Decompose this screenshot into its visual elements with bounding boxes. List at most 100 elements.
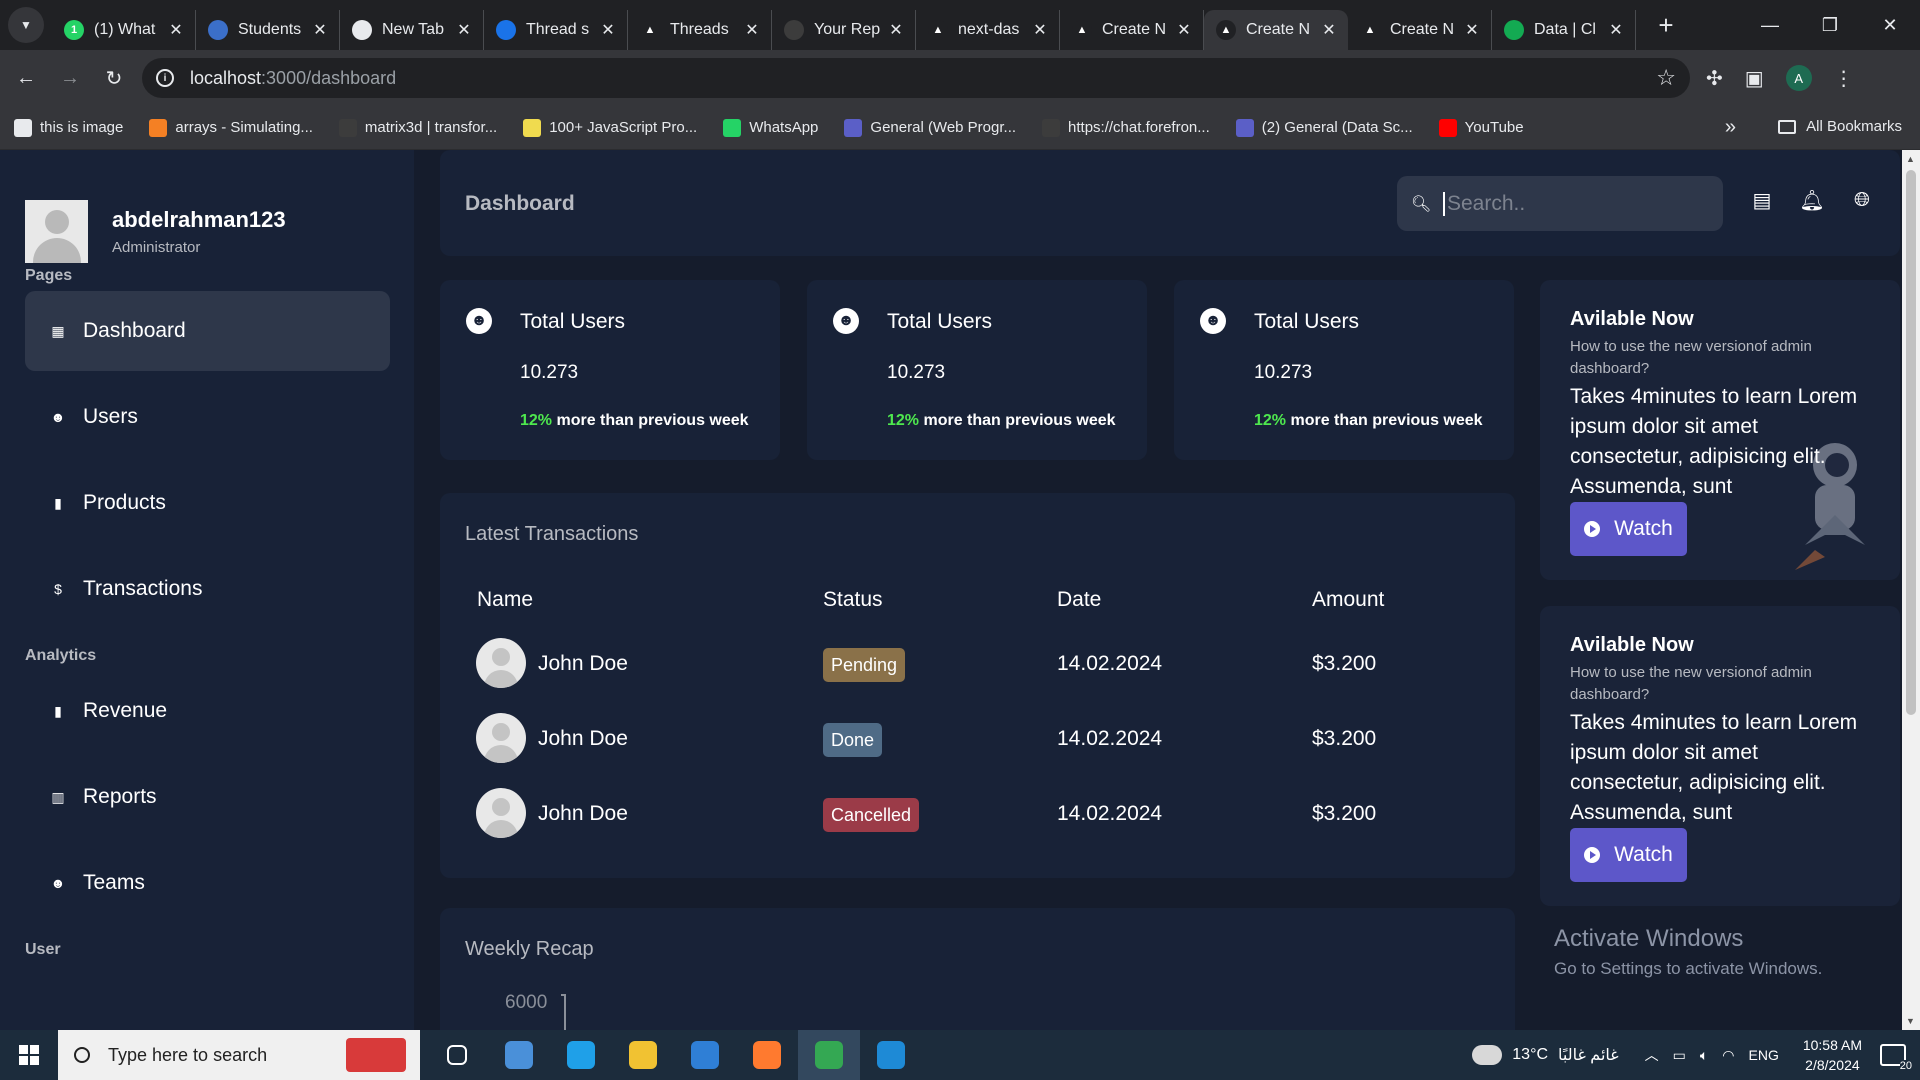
card-change-text: more than previous week xyxy=(1290,412,1483,429)
tab-close-icon[interactable]: ✕ xyxy=(1463,20,1481,40)
file-explorer-icon[interactable] xyxy=(612,1030,674,1080)
bookmark-item[interactable]: matrix3d | transfor... xyxy=(338,118,497,137)
vercel-icon: ▲ xyxy=(640,20,660,40)
weather-text: غائم غالبًا xyxy=(1558,1047,1619,1064)
address-bar[interactable]: i localhost:3000/dashboard ☆ xyxy=(142,58,1690,98)
tab-close-icon[interactable]: ✕ xyxy=(167,20,185,40)
taskbar-search[interactable]: Type here to search xyxy=(58,1030,420,1080)
shield-icon xyxy=(208,20,228,40)
minimize-button[interactable]: — xyxy=(1740,0,1800,50)
tab-title: Create N xyxy=(1390,21,1455,38)
search-box[interactable]: 🔍︎ Search.. xyxy=(1397,176,1723,231)
close-window-button[interactable]: ✕ xyxy=(1860,0,1920,50)
watch-button-label: Watch xyxy=(1614,517,1673,540)
browser-tab[interactable]: New Tab ✕ xyxy=(340,10,484,50)
clock[interactable]: 10:58 AM 2/8/2024 xyxy=(1803,1035,1862,1075)
sidebar-item-reports[interactable]: ▥ Reports xyxy=(25,757,390,837)
bookmark-item[interactable]: (2) General (Data Sc... xyxy=(1235,118,1413,137)
sidebar-item-dashboard[interactable]: ▦ Dashboard xyxy=(25,291,390,371)
url-path: :3000/dashboard xyxy=(261,67,397,88)
browser-tab[interactable]: ▲ next-das ✕ xyxy=(916,10,1060,50)
row-date: 14.02.2024 xyxy=(1057,802,1163,825)
browser-tab[interactable]: Students ✕ xyxy=(196,10,340,50)
tab-close-icon[interactable]: ✕ xyxy=(743,20,761,40)
back-button[interactable]: ← xyxy=(8,60,44,96)
page-scrollbar[interactable]: ▲ ▼ xyxy=(1902,150,1920,1030)
more-menu-icon[interactable]: ⋮ xyxy=(1834,66,1854,91)
url-text[interactable]: localhost:3000/dashboard xyxy=(190,68,396,89)
chevron-up-icon[interactable]: ︿ xyxy=(1645,1045,1659,1065)
chat-icon[interactable]: ▤ xyxy=(1750,188,1774,212)
firefox-icon[interactable] xyxy=(736,1030,798,1080)
store-icon[interactable] xyxy=(488,1030,550,1080)
tab-search-button[interactable]: ▼ xyxy=(8,7,44,43)
task-view-icon[interactable] xyxy=(426,1030,488,1080)
browser-tab[interactable]: ▲ Threads ✕ xyxy=(628,10,772,50)
restore-button[interactable]: ❐ xyxy=(1800,0,1860,50)
side-panel-icon[interactable]: ▣ xyxy=(1745,66,1764,91)
all-bookmarks-button[interactable]: All Bookmarks xyxy=(1778,118,1902,135)
sidebar-item-users[interactable]: ☻ Users xyxy=(25,377,390,457)
tab-list: 1 (1) What ✕ Students ✕ New Tab ✕ Thread s ✕ ▲ Thr… xyxy=(52,0,1636,50)
more-bookmarks-icon[interactable]: » xyxy=(1725,116,1736,139)
bookmark-label: arrays - Simulating... xyxy=(175,119,313,136)
watch-button[interactable]: Watch xyxy=(1570,502,1687,556)
scrollbar-thumb[interactable] xyxy=(1906,170,1916,715)
notification-center-icon[interactable]: 20 xyxy=(1880,1044,1912,1072)
sidebar-item-products[interactable]: ▮ Products xyxy=(25,463,390,543)
notification-bell-icon[interactable]: 🔔︎ xyxy=(1799,188,1824,212)
edge-icon[interactable] xyxy=(550,1030,612,1080)
sidebar-item-revenue[interactable]: ▮ Revenue xyxy=(25,671,390,751)
volume-icon[interactable]: 🔈︎ xyxy=(1700,1047,1708,1064)
mail-icon[interactable] xyxy=(674,1030,736,1080)
battery-icon[interactable]: ▭ xyxy=(1673,1047,1686,1064)
new-tab-button[interactable]: + xyxy=(1648,7,1684,43)
teams-icon xyxy=(1235,118,1254,137)
bookmark-star-icon[interactable]: ☆ xyxy=(1656,65,1676,91)
search-input[interactable]: Search.. xyxy=(1443,191,1703,216)
tab-close-icon[interactable]: ✕ xyxy=(1607,20,1625,40)
sidebar-item-teams[interactable]: ☻ Teams xyxy=(25,843,390,923)
browser-tab[interactable]: Your Rep ✕ xyxy=(772,10,916,50)
scroll-up-arrow-icon[interactable]: ▲ xyxy=(1906,154,1915,164)
browser-tab[interactable]: ▲ Create N ✕ xyxy=(1204,10,1348,50)
bookmark-item[interactable]: 100+ JavaScript Pro... xyxy=(523,118,697,137)
profile-avatar[interactable]: A xyxy=(1785,65,1812,91)
watch-button[interactable]: Watch xyxy=(1570,828,1687,882)
bookmark-item[interactable]: YouTube xyxy=(1438,118,1524,137)
bookmark-item[interactable]: https://chat.forefron... xyxy=(1042,118,1210,137)
row-amount: $3.200 xyxy=(1312,727,1377,750)
reload-button[interactable]: ↻ xyxy=(96,60,132,96)
browser-tab[interactable]: ▲ Create N ✕ xyxy=(1348,10,1492,50)
bookmark-item[interactable]: WhatsApp xyxy=(723,118,818,137)
tab-close-icon[interactable]: ✕ xyxy=(1320,20,1338,40)
extensions-icon[interactable]: ✣ xyxy=(1706,66,1723,91)
tab-close-icon[interactable]: ✕ xyxy=(455,20,473,40)
whatsapp-icon: 1 xyxy=(64,20,84,40)
sidebar-item-transactions[interactable]: $ Transactions xyxy=(25,549,390,629)
bookmark-item[interactable]: this is image xyxy=(14,118,123,137)
browser-tab[interactable]: 1 (1) What ✕ xyxy=(52,10,196,50)
browser-tab[interactable]: Data | Cl ✕ xyxy=(1492,10,1636,50)
tab-close-icon[interactable]: ✕ xyxy=(311,20,329,40)
tab-close-icon[interactable]: ✕ xyxy=(599,20,617,40)
wifi-icon[interactable]: ◠ xyxy=(1722,1047,1734,1064)
scroll-down-arrow-icon[interactable]: ▼ xyxy=(1906,1016,1915,1026)
status-badge: Done xyxy=(823,723,883,757)
start-button[interactable] xyxy=(0,1030,58,1080)
tab-close-icon[interactable]: ✕ xyxy=(1031,20,1049,40)
watermark-subtitle: Go to Settings to activate Windows. xyxy=(1554,959,1823,978)
site-info-icon[interactable]: i xyxy=(156,69,174,87)
language-indicator[interactable]: ENG xyxy=(1749,1047,1779,1063)
globe-icon[interactable]: 🌐︎ xyxy=(1850,188,1874,212)
tab-close-icon[interactable]: ✕ xyxy=(887,20,905,40)
vscode-icon[interactable] xyxy=(860,1030,922,1080)
tab-close-icon[interactable]: ✕ xyxy=(1175,20,1193,40)
chrome-icon[interactable] xyxy=(798,1030,860,1080)
bookmark-item[interactable]: arrays - Simulating... xyxy=(149,118,313,137)
weather-widget[interactable]: 13°C غائم غالبًا xyxy=(1472,1045,1619,1065)
forward-button[interactable]: → xyxy=(52,60,88,96)
browser-tab[interactable]: Thread s ✕ xyxy=(484,10,628,50)
bookmark-item[interactable]: General (Web Progr... xyxy=(844,118,1016,137)
browser-tab[interactable]: ▲ Create N ✕ xyxy=(1060,10,1204,50)
